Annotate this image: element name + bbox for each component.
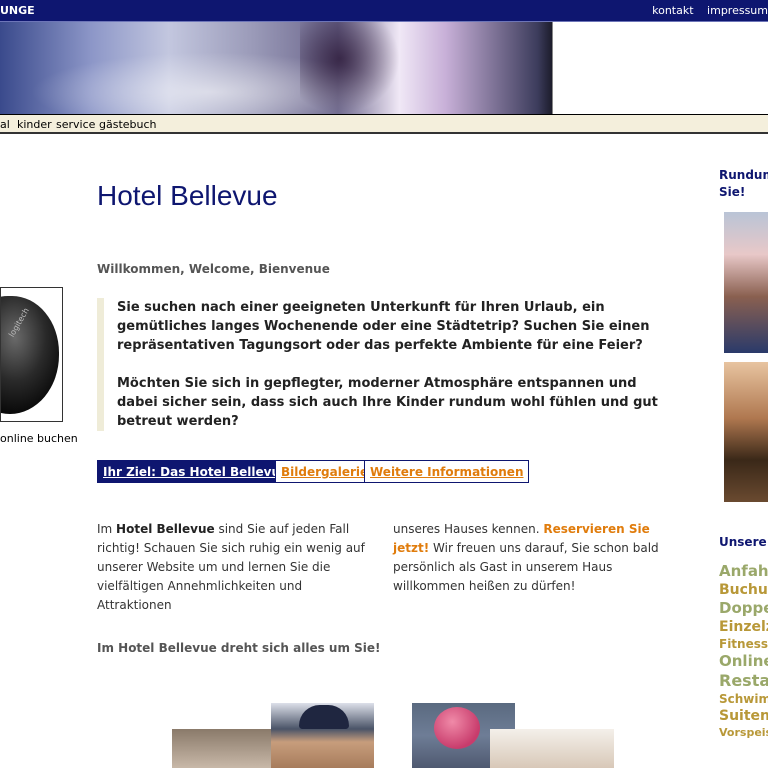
col2-text: unseres Hauses kennen. — [393, 522, 544, 536]
col1-hotel-name: Hotel Bellevue — [116, 522, 215, 536]
tab-weitere-informationen[interactable]: Weitere Informationen — [364, 460, 530, 483]
tag-link[interactable]: Vorspeis — [719, 725, 768, 740]
right-subtitle: Unsere — [719, 535, 767, 549]
col2-text2: Wir freuen uns darauf, Sie schon bald pe… — [393, 541, 659, 593]
body-column-2: unseres Hauses kennen. Reservieren Sie j… — [393, 520, 683, 596]
right-photo-2[interactable] — [724, 362, 768, 502]
tag-link[interactable]: Schwim — [719, 691, 768, 707]
welcome-text: Willkommen, Welcome, Bienvenue — [97, 262, 330, 276]
tag-link[interactable]: Einzelzi — [719, 618, 768, 636]
tag-link[interactable]: Suiten — [719, 707, 768, 725]
top-links: kontakt impressum — [642, 4, 768, 17]
page-title: Hotel Bellevue — [97, 180, 278, 211]
tag-link[interactable]: Restau — [719, 671, 768, 691]
brand-text: UNGE — [0, 4, 35, 17]
kontakt-link[interactable]: kontakt — [652, 4, 693, 17]
right-photo-1[interactable] — [724, 212, 768, 353]
online-buchen-link[interactable]: online buchen — [0, 432, 78, 445]
right-title: Rundum Sie! — [719, 168, 768, 199]
mouse-product-image[interactable]: logitech — [0, 287, 63, 422]
mouse-icon — [1, 296, 59, 414]
header-banner-image — [0, 22, 768, 114]
ball-shape — [434, 707, 480, 749]
top-bar: UNGE kontakt impressum — [0, 0, 768, 22]
intro-paragraph-1: Sie suchen nach einer geeigneten Unterku… — [117, 300, 650, 353]
nav-item-gaestebuch[interactable]: gästebuch — [99, 118, 157, 131]
banner-white-area — [552, 22, 768, 114]
gallery-photo-man[interactable] — [271, 703, 374, 768]
tag-link[interactable]: Online — [719, 652, 768, 671]
tab-ihr-ziel[interactable]: Ihr Ziel: Das Hotel Bellevue — [97, 460, 295, 483]
tag-link[interactable]: Doppel — [719, 599, 768, 618]
banner-shadow — [300, 22, 400, 114]
col1-lead: Im — [97, 522, 117, 536]
tagline: Im Hotel Bellevue dreht sich alles um Si… — [97, 641, 381, 655]
tag-link[interactable]: Anfahrt — [719, 562, 768, 581]
nav-item-kinder[interactable]: kinder — [17, 118, 52, 131]
tag-link[interactable]: Fitness — [719, 636, 768, 652]
nav-item-al[interactable]: al — [0, 118, 10, 131]
main-nav: al kinder service gästebuch — [0, 114, 768, 134]
impressum-link[interactable]: impressum — [707, 4, 768, 17]
cap-shape — [299, 705, 349, 729]
tag-cloud: AnfahrtBuchungDoppelEinzelziFitnessOnlin… — [719, 562, 768, 740]
nav-item-service[interactable]: service — [56, 118, 95, 131]
gallery-photo-room[interactable] — [490, 729, 614, 768]
intro-paragraph-2: Möchten Sie sich in gepflegter, moderner… — [117, 376, 658, 429]
intro-quote: Sie suchen nach einer geeigneten Unterku… — [97, 298, 677, 431]
body-column-1: Im Hotel Bellevue sind Sie auf jeden Fal… — [97, 520, 372, 615]
tab-bildergalerie[interactable]: Bildergalerie — [275, 460, 375, 483]
left-column: logitech — [0, 287, 63, 422]
tag-link[interactable]: Buchung — [719, 581, 768, 599]
